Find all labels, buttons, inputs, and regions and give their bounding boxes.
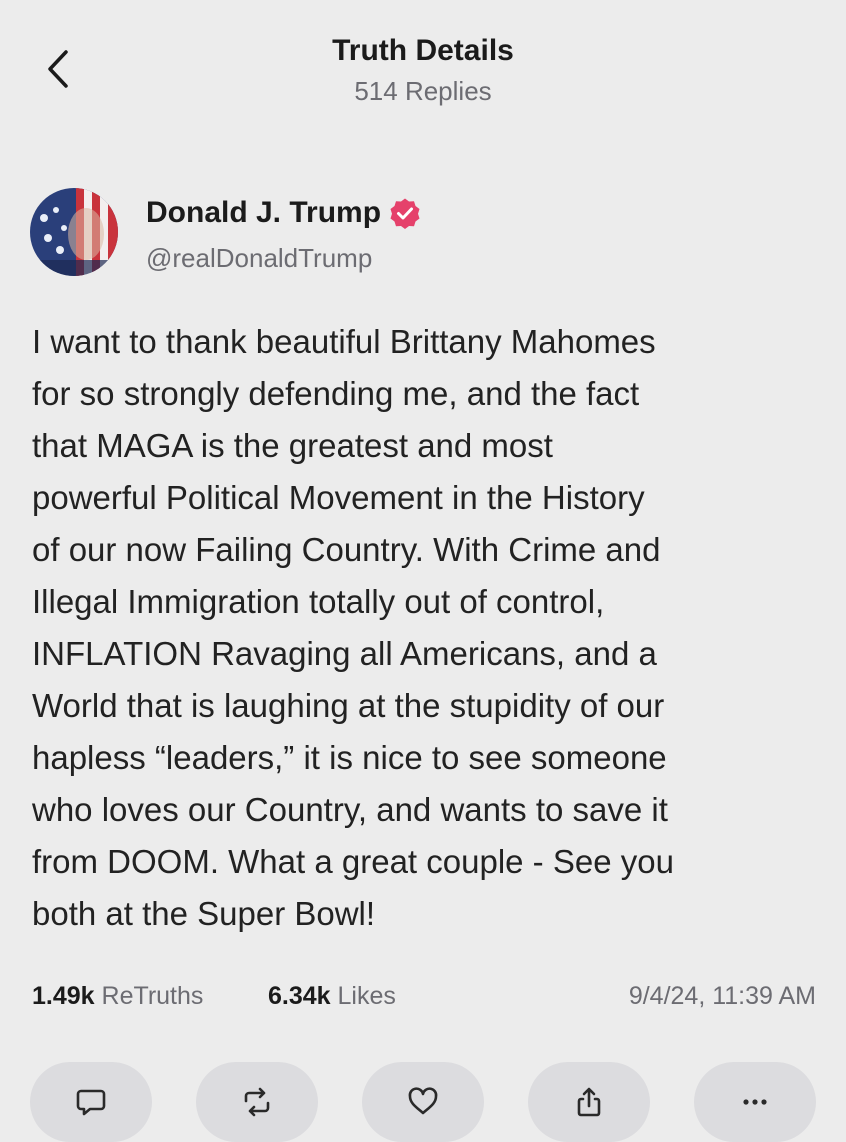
post-line: for so strongly defending me, and the fa… [32, 375, 640, 412]
more-options-button[interactable] [694, 1062, 816, 1142]
verified-badge-icon [390, 198, 420, 229]
retruths-label: ReTruths [101, 982, 204, 1010]
reply-button[interactable] [30, 1062, 152, 1142]
post-line: who loves our Country, and wants to save… [32, 791, 668, 828]
retruths-count: 1.49k [32, 982, 95, 1010]
retruth-button[interactable] [196, 1062, 318, 1142]
post-line: that MAGA is the greatest and most [32, 427, 553, 464]
share-icon [577, 1087, 601, 1117]
post-line: INFLATION Ravaging all Americans, and a [32, 635, 657, 672]
page-title: Truth Details [332, 34, 514, 67]
author-name[interactable]: Donald J. Trump [146, 196, 421, 230]
top-bar: Truth Details 514 Replies [0, 0, 846, 120]
likes-count: 6.34k [268, 982, 331, 1010]
more-icon [743, 1099, 767, 1105]
like-button[interactable] [362, 1062, 484, 1142]
retruth-icon [244, 1087, 270, 1117]
avatar[interactable] [30, 188, 118, 276]
share-button[interactable] [528, 1062, 650, 1142]
heart-icon [408, 1087, 438, 1115]
post-line: both at the Super Bowl! [32, 895, 376, 932]
post-stats: 1.49k ReTruths 6.34k Likes 9/4/24, 11:39… [32, 982, 816, 1018]
action-bar [30, 1062, 820, 1142]
post-text: I want to thank beautiful Brittany Mahom… [32, 316, 822, 940]
post-timestamp: 9/4/24, 11:39 AM [628, 982, 816, 1010]
author-handle[interactable]: @realDonaldTrump [146, 243, 372, 274]
avatar-image [30, 188, 118, 276]
post-line: hapless “leaders,” it is nice to see som… [32, 739, 667, 776]
post-line: powerful Political Movement in the Histo… [32, 479, 645, 516]
post-line: Illegal Immigration totally out of contr… [32, 583, 605, 620]
author-name-text: Donald J. Trump [146, 196, 382, 229]
post-line: of our now Failing Country. With Crime a… [32, 531, 661, 568]
post-line: from DOOM. What a great couple - See you [32, 843, 674, 880]
likes-stat[interactable]: 6.34k Likes [268, 982, 396, 1011]
likes-label: Likes [337, 982, 396, 1010]
retruths-stat[interactable]: 1.49k ReTruths [32, 982, 203, 1011]
post-line: World that is laughing at the stupidity … [32, 687, 665, 724]
reply-icon [76, 1089, 106, 1116]
replies-count[interactable]: 514 Replies [0, 76, 846, 107]
post-line: I want to thank beautiful Brittany Mahom… [32, 323, 656, 360]
